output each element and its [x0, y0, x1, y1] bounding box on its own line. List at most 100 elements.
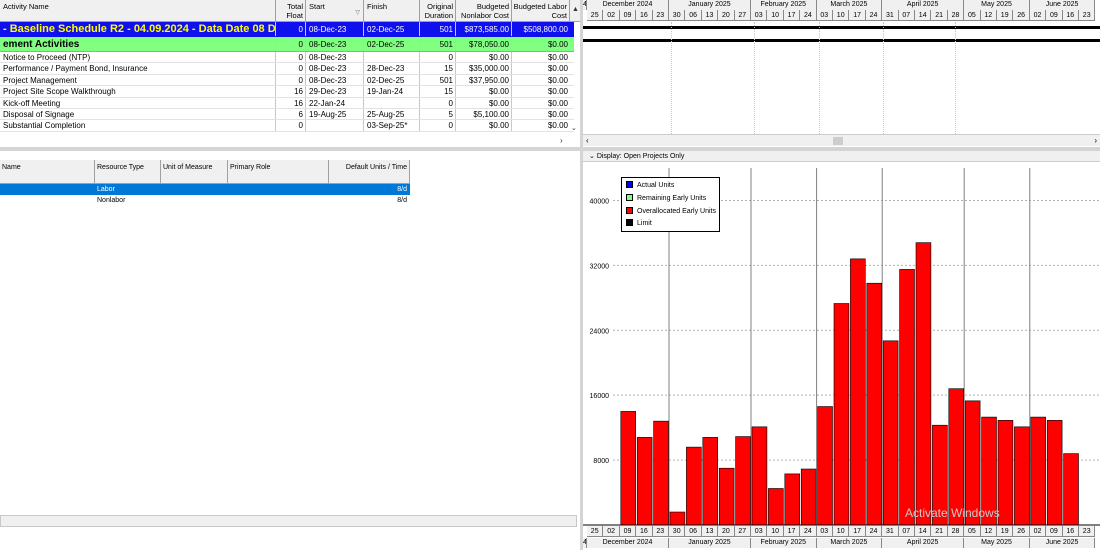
- timeline-week: 16: [636, 10, 653, 21]
- histogram-bar[interactable]: [817, 406, 833, 526]
- timeline-week: 07: [898, 526, 915, 537]
- cell-float: 0: [276, 37, 306, 51]
- histogram-bar[interactable]: [636, 437, 653, 526]
- histogram-bar[interactable]: [686, 446, 702, 526]
- activity-row[interactable]: Notice to Proceed (NTP) 0 08-Dec-23 0 $0.00 $…: [0, 52, 574, 64]
- histogram-bar[interactable]: [735, 436, 751, 526]
- col-start[interactable]: Start ▽: [306, 0, 364, 22]
- scroll-right-icon[interactable]: ›: [560, 136, 563, 145]
- cell-name: Kick-off Meeting: [0, 97, 276, 108]
- histogram-bar[interactable]: [620, 411, 636, 526]
- chevron-down-icon[interactable]: ⌄: [589, 153, 597, 160]
- legend-label: Overallocated Early Units: [637, 207, 716, 215]
- timeline-week: 09: [619, 10, 637, 21]
- timeline-month: April 2025: [882, 538, 965, 548]
- cell-duration: 15: [420, 86, 456, 97]
- histogram-bar[interactable]: [1063, 453, 1079, 526]
- cell-name: Substantial Completion: [0, 120, 276, 131]
- histogram-bar[interactable]: [1046, 420, 1063, 526]
- timeline-week: 30: [669, 10, 686, 21]
- cell-nonlabor: $5,100.00: [456, 109, 512, 120]
- scroll-up-icon[interactable]: ▲: [572, 6, 579, 13]
- activity-row[interactable]: Project Site Scope Walkthrough 16 29-Dec-2…: [0, 86, 574, 98]
- col-resource-name[interactable]: Name: [0, 160, 95, 184]
- timeline-week: 24: [800, 526, 817, 537]
- histogram-bar[interactable]: [768, 488, 784, 526]
- histogram-bar[interactable]: [702, 437, 719, 526]
- histogram-bar[interactable]: [1014, 426, 1030, 526]
- histogram-bar[interactable]: [882, 340, 899, 526]
- col-nonlabor-cost[interactable]: Budgeted Nonlabor Cost: [456, 0, 512, 22]
- gantt-gridline: [671, 22, 672, 134]
- col-finish[interactable]: Finish: [364, 0, 420, 22]
- scroll-left-icon[interactable]: ‹: [586, 136, 589, 145]
- timeline-week: 19: [997, 526, 1014, 537]
- timeline-week: 24: [865, 10, 883, 21]
- histogram-bar[interactable]: [915, 242, 932, 526]
- wbs-row[interactable]: ement Activities 0 08-Dec-23 02-Dec-25 501 $7…: [0, 37, 574, 52]
- activity-row[interactable]: Kick-off Meeting 16 22-Jan-24 0 $0.00 $0.00: [0, 97, 574, 109]
- scroll-right-icon[interactable]: ›: [1094, 136, 1097, 145]
- histogram-bar[interactable]: [866, 282, 882, 526]
- histogram-bar[interactable]: [669, 511, 686, 526]
- timeline-week: 13: [701, 10, 719, 21]
- activity-row[interactable]: Disposal of Signage 6 19-Aug-25 25-Aug-25 5 $…: [0, 109, 574, 121]
- col-original-duration[interactable]: Original Duration: [420, 0, 456, 22]
- col-unit-of-measure[interactable]: Unit of Measure: [161, 160, 228, 184]
- cell-float: 0: [276, 120, 306, 131]
- activity-row[interactable]: Project Management 0 08-Dec-23 02-Dec-25 501…: [0, 74, 574, 87]
- activity-row[interactable]: Substantial Completion 0 03-Sep-25* 0 $0.00 $…: [0, 120, 574, 132]
- resource-row[interactable]: Nonlabor 8/d: [0, 195, 410, 206]
- resource-row[interactable]: Labor 8/d: [0, 184, 410, 195]
- timeline-week: 17: [849, 10, 866, 21]
- histogram-bar[interactable]: [833, 303, 850, 526]
- timeline-month: December 2024: [587, 0, 669, 10]
- timeline-month: February 2025: [751, 0, 817, 10]
- cell-labor: $0.00: [547, 64, 568, 74]
- cell-float: 0: [276, 74, 306, 86]
- cell-name: Project Management: [0, 74, 276, 86]
- col-resource-type[interactable]: Resource Type: [95, 160, 161, 184]
- timeline-week: 02: [603, 526, 620, 537]
- timeline-week: 26: [1013, 526, 1030, 537]
- scroll-down-icon[interactable]: ⌄: [571, 124, 577, 132]
- timeline-month: June 2025: [1029, 538, 1096, 548]
- timeline-week: 17: [783, 526, 801, 537]
- histogram-bar[interactable]: [751, 426, 768, 526]
- timeline-month: January 2025: [669, 538, 751, 548]
- display-filter-bar[interactable]: ⌄ Display: Open Projects Only: [583, 151, 1100, 162]
- cell-start: 08-Dec-23: [306, 63, 364, 74]
- cell-finish: 03-Sep-25*: [364, 120, 420, 131]
- scrollbar-thumb[interactable]: [833, 137, 843, 145]
- histogram-bar[interactable]: [948, 388, 964, 526]
- cell-name: Project Site Scope Walkthrough: [0, 86, 276, 97]
- activity-row[interactable]: Performance / Payment Bond, Insurance 0 08…: [0, 63, 574, 75]
- gantt-wbs-bar[interactable]: [583, 39, 1100, 42]
- histogram-bar[interactable]: [997, 420, 1014, 526]
- histogram-bar[interactable]: [1030, 416, 1046, 526]
- gantt-project-bar[interactable]: [583, 26, 1100, 29]
- col-activity-name[interactable]: Activity Name: [0, 0, 276, 22]
- timeline-week: 16: [1062, 526, 1079, 537]
- histogram-bar[interactable]: [850, 258, 866, 526]
- timeline-week: 07: [898, 10, 915, 21]
- histogram-bar[interactable]: [718, 467, 735, 526]
- cell-finish: 28-Dec-23: [364, 63, 420, 74]
- col-primary-role[interactable]: Primary Role: [228, 160, 329, 184]
- col-default-units[interactable]: Default Units / Time: [329, 160, 410, 184]
- y-tick-label: 8000: [593, 458, 609, 465]
- histogram-bar[interactable]: [800, 468, 817, 526]
- col-labor-cost[interactable]: Budgeted Labor Cost: [512, 0, 570, 22]
- timeline-week: 10: [833, 10, 850, 21]
- gantt-horizontal-scrollbar[interactable]: ‹ ›: [583, 134, 1100, 146]
- cell-finish: 19-Jan-24: [364, 86, 420, 97]
- col-total-float[interactable]: Total Float: [276, 0, 306, 22]
- timeline-week: 03: [751, 526, 768, 537]
- cell-labor: $0.00: [547, 40, 568, 49]
- gantt-chart[interactable]: 4 25 02 09 16 23 30 06 13 20 27 03 10 17 24 03 10 17 24 31 0…: [583, 0, 1100, 147]
- histogram-bar[interactable]: [784, 473, 801, 526]
- project-row[interactable]: - Baseline Schedule R2 - 04.09.2024 - Da…: [0, 22, 574, 37]
- resource-horizontal-scrollbar[interactable]: [0, 515, 577, 527]
- histogram-bar[interactable]: [653, 420, 669, 526]
- histogram-bar[interactable]: [899, 269, 915, 526]
